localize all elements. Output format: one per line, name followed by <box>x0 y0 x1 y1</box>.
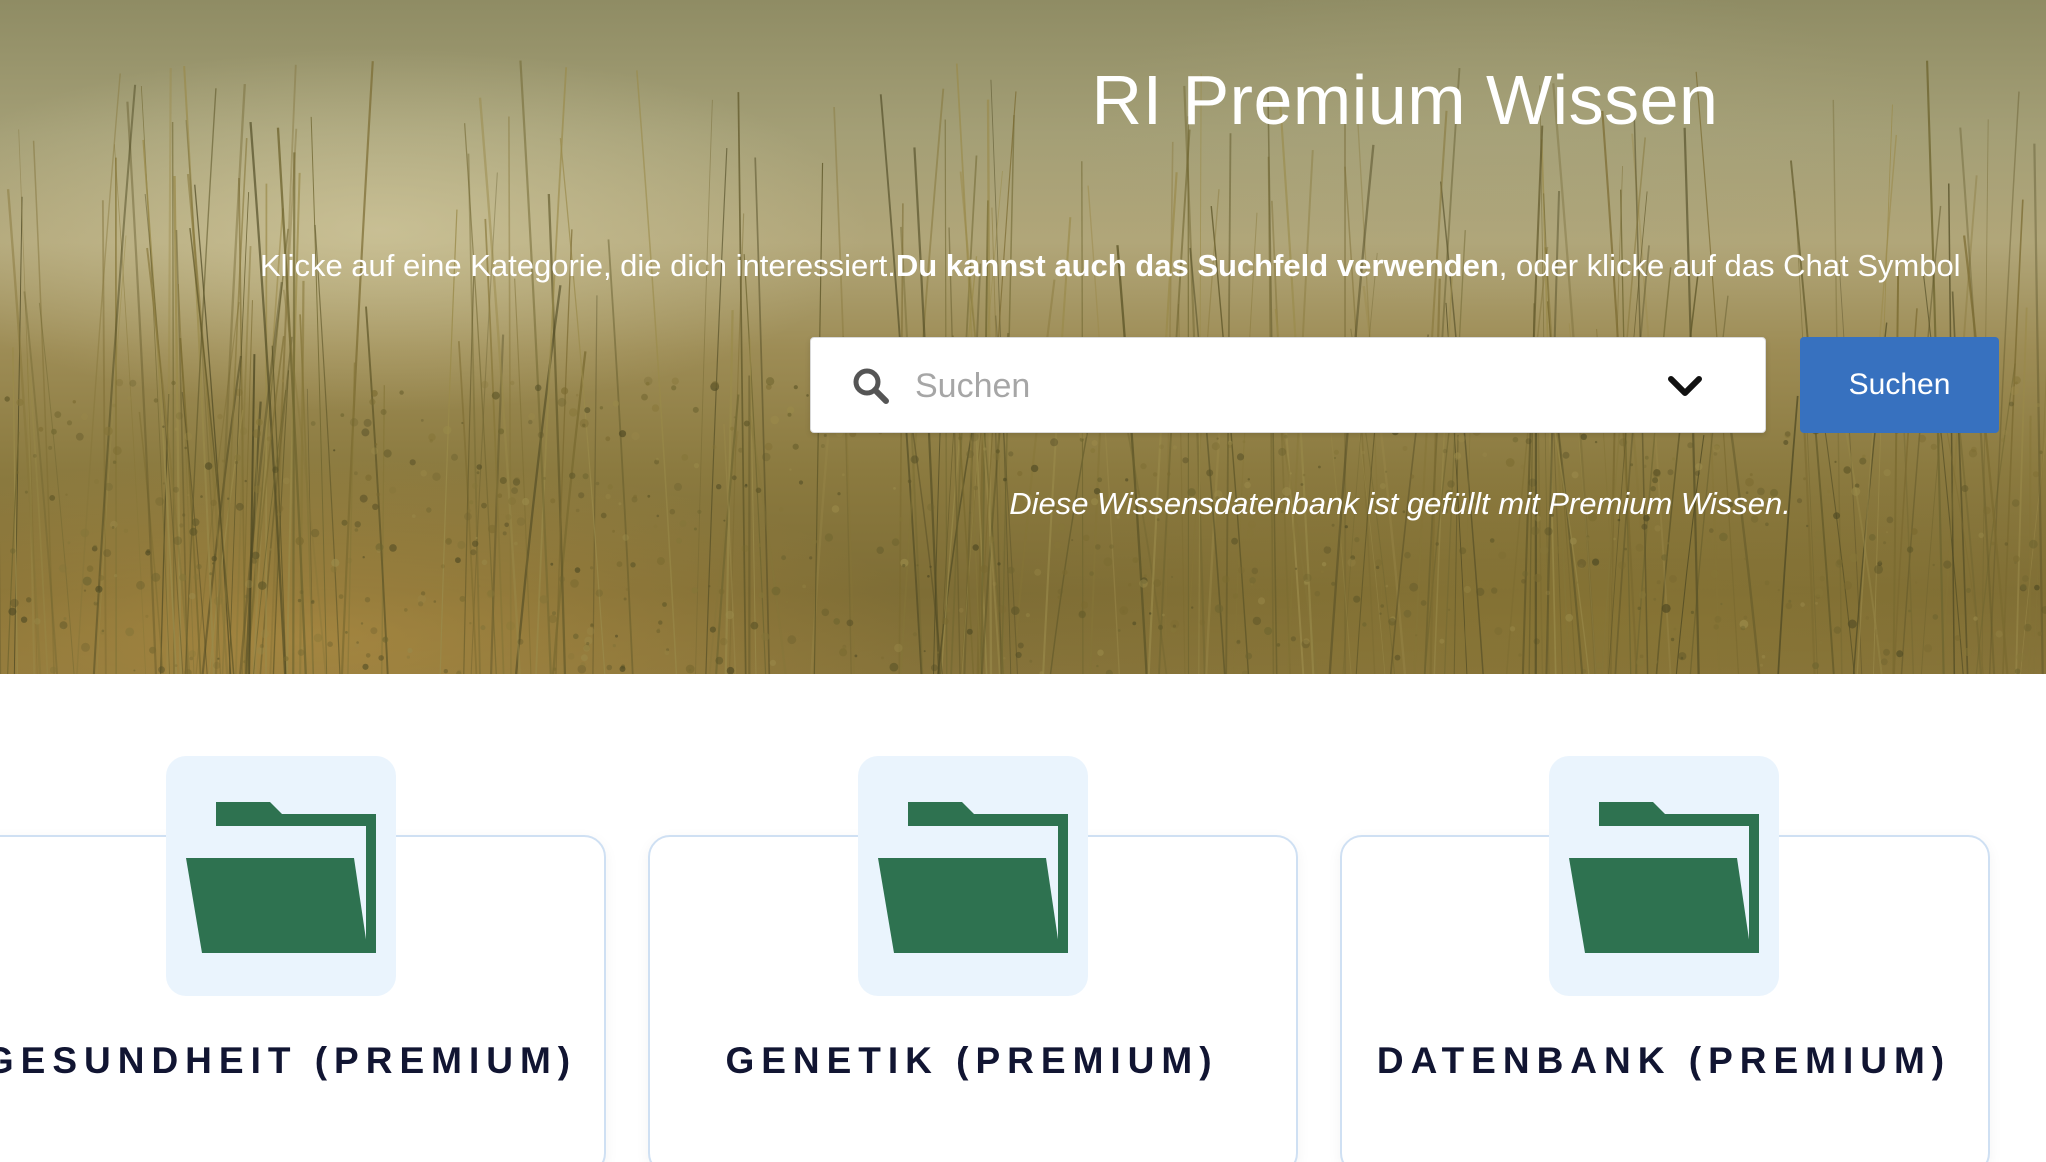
category-label-genetik[interactable]: GENETIK (PREMIUM) <box>622 1040 1322 1082</box>
search-box[interactable] <box>810 337 1766 433</box>
folder-icon <box>1569 802 1759 953</box>
hero-note: Diese Wissensdatenbank ist gefüllt mit P… <box>1009 486 1791 521</box>
folder-icon <box>186 802 376 953</box>
search-button[interactable]: Suchen <box>1800 337 1999 433</box>
category-label-datenbank[interactable]: DATENBANK (PREMIUM) <box>1314 1040 2014 1082</box>
intro-rest-text: , oder klicke auf das Chat Symbol <box>1498 248 1961 283</box>
search-icon <box>853 368 889 404</box>
hero-intro-text: Klicke auf eine Kategorie, die dich inte… <box>260 248 2046 284</box>
folder-icon <box>878 802 1068 953</box>
category-icon-tile[interactable] <box>1549 756 1779 996</box>
search-input[interactable] <box>915 358 1635 414</box>
intro-text: Klicke auf eine Kategorie, die dich inte… <box>260 248 896 283</box>
category-icon-tile[interactable] <box>858 756 1088 996</box>
category-icon-tile[interactable] <box>166 756 396 996</box>
chevron-down-icon[interactable] <box>1667 372 1703 400</box>
intro-bold-text: Du kannst auch das Suchfeld verwenden <box>895 248 1499 283</box>
page-title: RI Premium Wissen <box>1091 61 1719 139</box>
category-label-gesundheit[interactable]: GESUNDHEIT (PREMIUM) <box>0 1040 631 1082</box>
hero-banner: RI Premium Wissen Klicke auf eine Katego… <box>0 0 2046 674</box>
